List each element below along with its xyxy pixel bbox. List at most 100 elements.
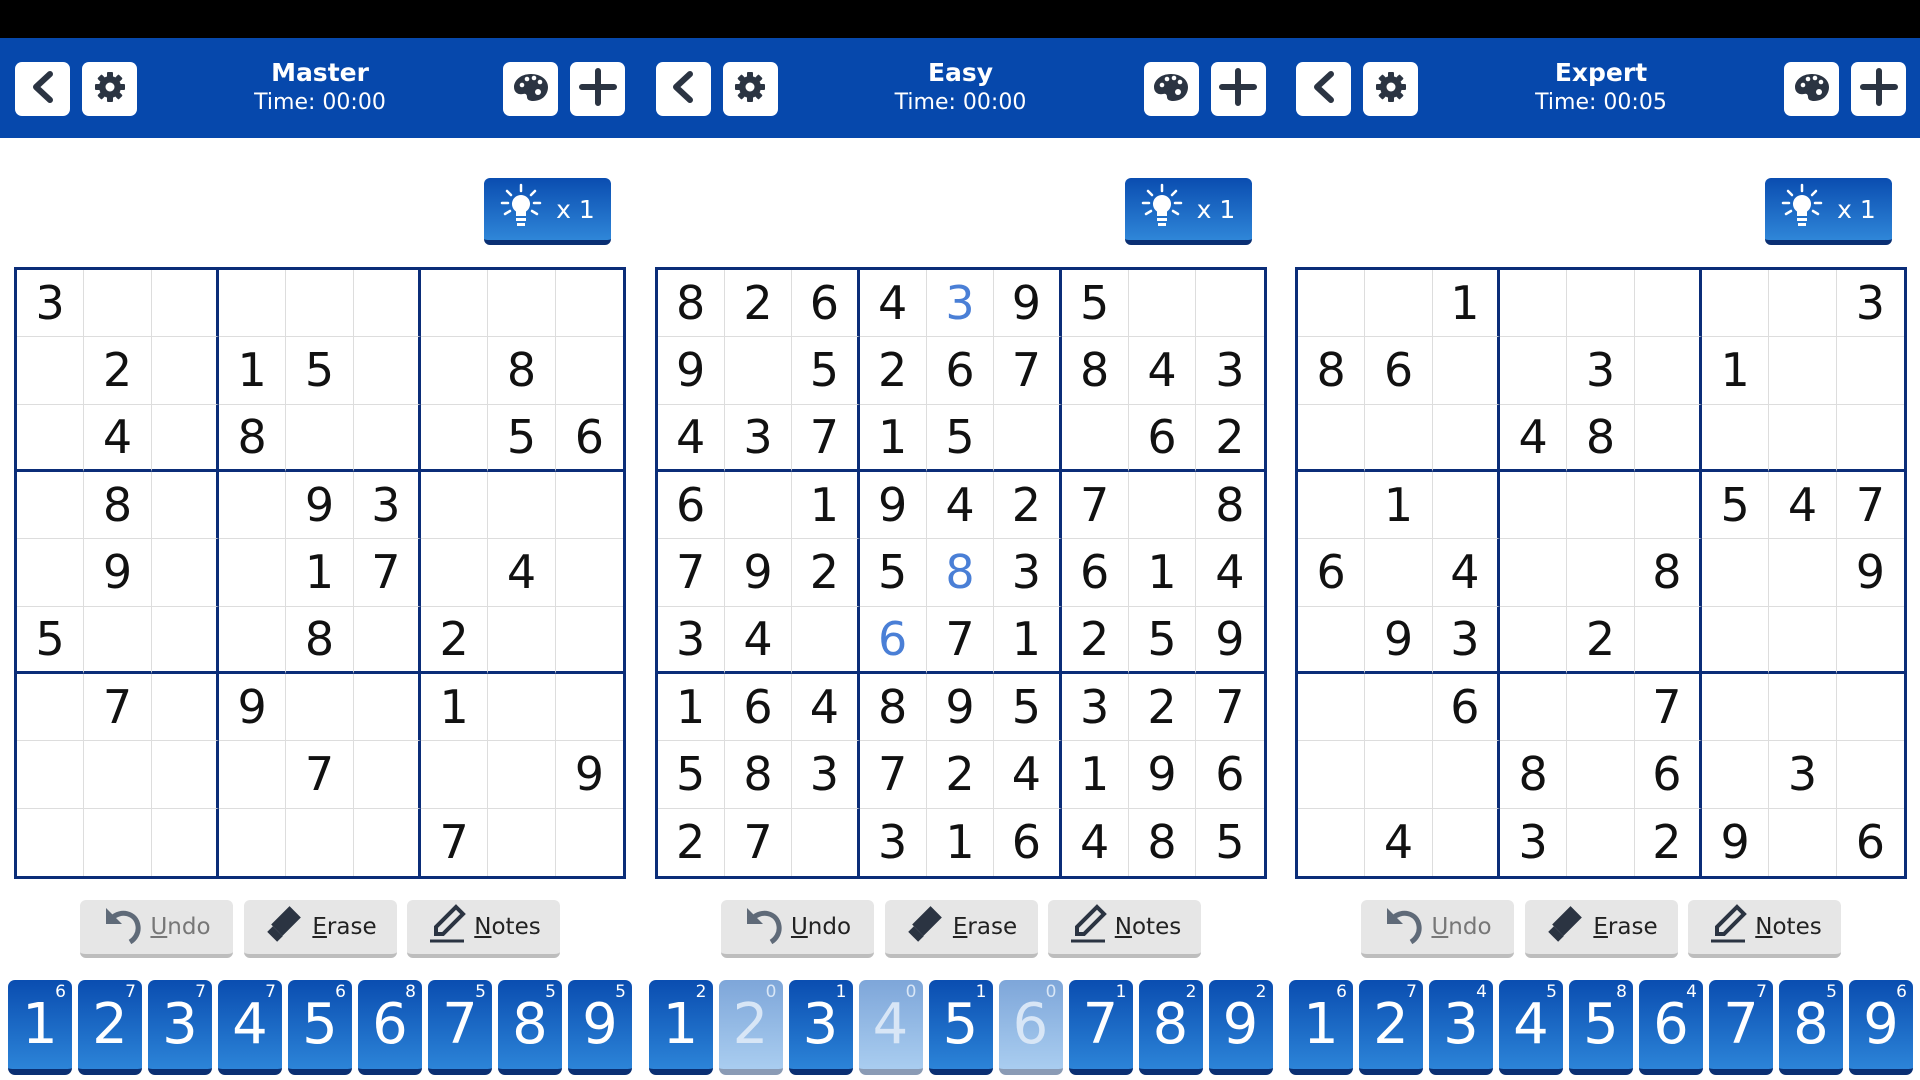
sudoku-cell[interactable]	[994, 404, 1062, 472]
sudoku-cell[interactable]	[1769, 674, 1837, 742]
sudoku-cell[interactable]: 1	[421, 674, 489, 742]
sudoku-cell[interactable]	[1836, 741, 1904, 809]
sudoku-cell[interactable]: 5	[657, 741, 725, 809]
sudoku-cell[interactable]: 9	[724, 539, 793, 607]
back-button[interactable]	[1296, 62, 1351, 116]
sudoku-cell[interactable]	[421, 270, 489, 338]
erase-button[interactable]: Erase	[244, 900, 397, 958]
sudoku-cell[interactable]	[1702, 741, 1770, 809]
sudoku-cell[interactable]	[1769, 808, 1837, 876]
sudoku-cell[interactable]: 7	[657, 539, 725, 607]
sudoku-cell[interactable]: 8	[1196, 472, 1264, 540]
sudoku-cell[interactable]	[151, 606, 219, 674]
sudoku-cell[interactable]: 8	[1634, 539, 1702, 607]
sudoku-cell[interactable]: 4	[994, 741, 1062, 809]
sudoku-cell[interactable]: 4	[84, 404, 152, 472]
sudoku-cell[interactable]	[1567, 472, 1635, 540]
sudoku-cell[interactable]	[354, 808, 421, 876]
sudoku-cell[interactable]: 6	[1298, 539, 1366, 607]
sudoku-cell[interactable]: 7	[1836, 472, 1904, 540]
sudoku-cell[interactable]: 8	[1500, 741, 1568, 809]
sudoku-cell[interactable]	[84, 606, 152, 674]
number-button-3[interactable]: 31	[788, 980, 853, 1075]
back-button[interactable]	[15, 62, 70, 116]
sudoku-cell[interactable]: 9	[994, 270, 1062, 338]
sudoku-cell[interactable]: 4	[926, 472, 995, 540]
sudoku-cell[interactable]	[84, 741, 152, 809]
sudoku-cell[interactable]	[421, 741, 489, 809]
number-button-5[interactable]: 58	[1569, 980, 1633, 1075]
sudoku-cell[interactable]: 7	[1061, 472, 1129, 540]
undo-button[interactable]: Undo	[80, 900, 233, 958]
sudoku-cell[interactable]: 5	[1196, 809, 1263, 876]
number-button-8[interactable]: 82	[1138, 980, 1203, 1075]
back-button[interactable]	[655, 62, 711, 116]
sudoku-cell[interactable]	[151, 337, 219, 405]
sudoku-cell[interactable]: 3	[792, 741, 860, 809]
number-button-4[interactable]: 40	[858, 980, 923, 1075]
sudoku-cell[interactable]	[1836, 674, 1904, 742]
sudoku-cell[interactable]: 6	[657, 472, 725, 540]
erase-button[interactable]: Erase	[884, 900, 1038, 958]
number-button-7[interactable]: 77	[1709, 980, 1773, 1075]
sudoku-cell[interactable]	[1061, 404, 1129, 472]
sudoku-cell[interactable]: 9	[657, 337, 725, 405]
sudoku-cell[interactable]	[1432, 472, 1500, 540]
sudoku-cell[interactable]	[219, 539, 287, 607]
sudoku-cell[interactable]	[421, 539, 489, 607]
sudoku-cell[interactable]: 1	[657, 674, 725, 742]
sudoku-cell[interactable]: 1	[1061, 741, 1129, 809]
sudoku-cell[interactable]	[488, 808, 556, 876]
sudoku-cell[interactable]	[1567, 808, 1635, 876]
sudoku-cell[interactable]	[1432, 337, 1500, 405]
sudoku-cell[interactable]: 7	[994, 337, 1062, 405]
sudoku-cell[interactable]: 2	[859, 337, 927, 405]
sudoku-cell[interactable]	[1128, 472, 1197, 540]
sudoku-cell[interactable]	[1836, 607, 1904, 674]
notes-button[interactable]: Notes	[407, 900, 560, 958]
sudoku-cell[interactable]	[219, 741, 287, 809]
sudoku-cell[interactable]	[1500, 539, 1568, 607]
sudoku-cell[interactable]: 6	[1061, 539, 1129, 607]
sudoku-cell[interactable]	[286, 404, 354, 472]
number-button-6[interactable]: 68	[358, 980, 422, 1075]
sudoku-cell[interactable]: 6	[1365, 337, 1433, 405]
sudoku-cell[interactable]: 7	[926, 606, 995, 674]
settings-button[interactable]	[1363, 62, 1418, 116]
sudoku-cell[interactable]: 2	[1128, 674, 1197, 742]
sudoku-cell[interactable]	[1365, 741, 1433, 809]
sudoku-cell[interactable]	[219, 472, 287, 540]
sudoku-cell[interactable]	[555, 472, 623, 540]
sudoku-cell[interactable]: 7	[725, 808, 793, 876]
sudoku-cell[interactable]: 1	[219, 337, 287, 405]
sudoku-cell[interactable]: 9	[926, 674, 995, 742]
sudoku-cell[interactable]: 2	[792, 539, 860, 607]
sudoku-cell[interactable]: 9	[286, 472, 354, 540]
sudoku-cell[interactable]: 9	[1365, 606, 1433, 674]
sudoku-cell[interactable]: 3	[17, 270, 85, 338]
sudoku-cell[interactable]: 8	[859, 674, 927, 742]
sudoku-cell[interactable]: 8	[219, 404, 287, 472]
sudoku-cell[interactable]: 8	[926, 539, 995, 607]
sudoku-cell[interactable]	[555, 270, 623, 338]
sudoku-cell[interactable]: 4	[1432, 539, 1500, 607]
sudoku-cell[interactable]: 4	[488, 539, 556, 607]
hint-button[interactable]: x 1	[484, 178, 611, 245]
sudoku-cell[interactable]: 2	[1061, 606, 1129, 674]
sudoku-cell[interactable]	[1298, 674, 1366, 742]
sudoku-cell[interactable]	[1432, 404, 1500, 472]
sudoku-cell[interactable]	[1634, 404, 1702, 472]
sudoku-cell[interactable]	[421, 472, 489, 540]
sudoku-cell[interactable]	[152, 808, 219, 876]
sudoku-cell[interactable]: 4	[1062, 808, 1129, 876]
sudoku-cell[interactable]	[421, 404, 489, 472]
sudoku-cell[interactable]	[17, 404, 85, 472]
notes-button[interactable]: Notes	[1688, 900, 1841, 958]
sudoku-cell[interactable]: 6	[724, 674, 793, 742]
sudoku-cell[interactable]: 8	[1061, 337, 1129, 405]
sudoku-cell[interactable]: 8	[657, 270, 725, 338]
sudoku-cell[interactable]	[1433, 808, 1500, 876]
number-button-5[interactable]: 56	[288, 980, 352, 1075]
number-button-9[interactable]: 92	[1208, 980, 1273, 1075]
hint-button[interactable]: x 1	[1765, 178, 1892, 245]
